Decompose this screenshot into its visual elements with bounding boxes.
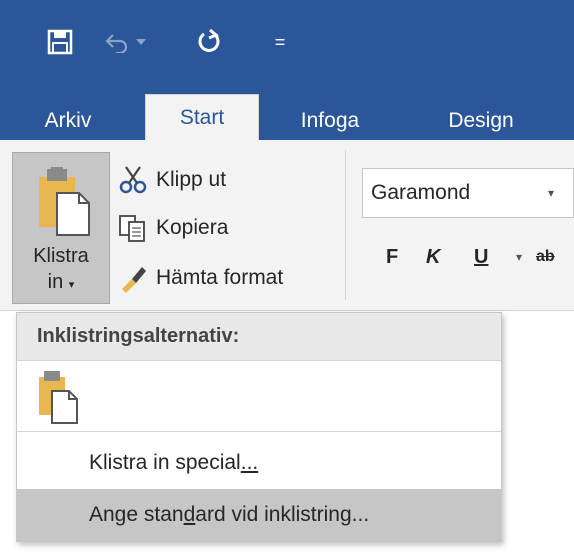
redo-icon[interactable] (193, 26, 225, 58)
underline-dropdown-icon[interactable]: ▾ (516, 240, 522, 274)
tab-design[interactable]: Design (420, 102, 542, 140)
quick-access-toolbar: = (0, 0, 574, 88)
customize-toolbar-icon[interactable]: = (270, 26, 290, 58)
undo-dropdown-icon[interactable] (134, 26, 148, 58)
tab-arkiv[interactable]: Arkiv (20, 102, 116, 140)
chevron-down-icon: ▾ (68, 279, 75, 291)
group-separator (345, 150, 346, 300)
paste-label: Klistra in ▾ (33, 245, 89, 293)
strikethrough-button[interactable]: ab (536, 240, 555, 274)
underline-button[interactable]: U (474, 240, 488, 274)
tab-start[interactable]: Start (145, 94, 259, 141)
tab-infoga[interactable]: Infoga (272, 102, 388, 140)
set-default-paste-menu-item[interactable]: Ange stan d ard vid inklistring... (17, 489, 501, 541)
paste-options-menu: Inklistringsalternativ: Klistra in speci… (16, 312, 502, 542)
menu-divider (17, 431, 501, 432)
format-painter-icon (122, 267, 146, 293)
font-name-field[interactable]: Garamond (362, 168, 574, 218)
format-painter-button[interactable]: Hämta format (118, 258, 283, 298)
paste-options-header: Inklistringsalternativ: (17, 313, 501, 361)
copy-icon (119, 215, 145, 242)
paste-button[interactable]: Klistra in ▾ (12, 152, 110, 304)
save-icon[interactable] (44, 26, 76, 58)
undo-icon[interactable] (102, 26, 132, 58)
cut-button[interactable]: Klipp ut (118, 160, 226, 200)
chevron-down-icon[interactable]: ▾ (548, 186, 554, 200)
ribbon-tabs: Arkiv Start Infoga Design (0, 88, 574, 141)
keep-source-formatting-icon[interactable] (35, 369, 83, 425)
scissors-icon (119, 166, 147, 194)
copy-button[interactable]: Kopiera (118, 208, 228, 248)
paste-special-menu-item[interactable]: Klistra in special... (17, 437, 501, 489)
bold-button[interactable]: F (386, 240, 398, 274)
clipboard-icon (39, 167, 90, 236)
italic-button[interactable]: K (426, 240, 440, 274)
